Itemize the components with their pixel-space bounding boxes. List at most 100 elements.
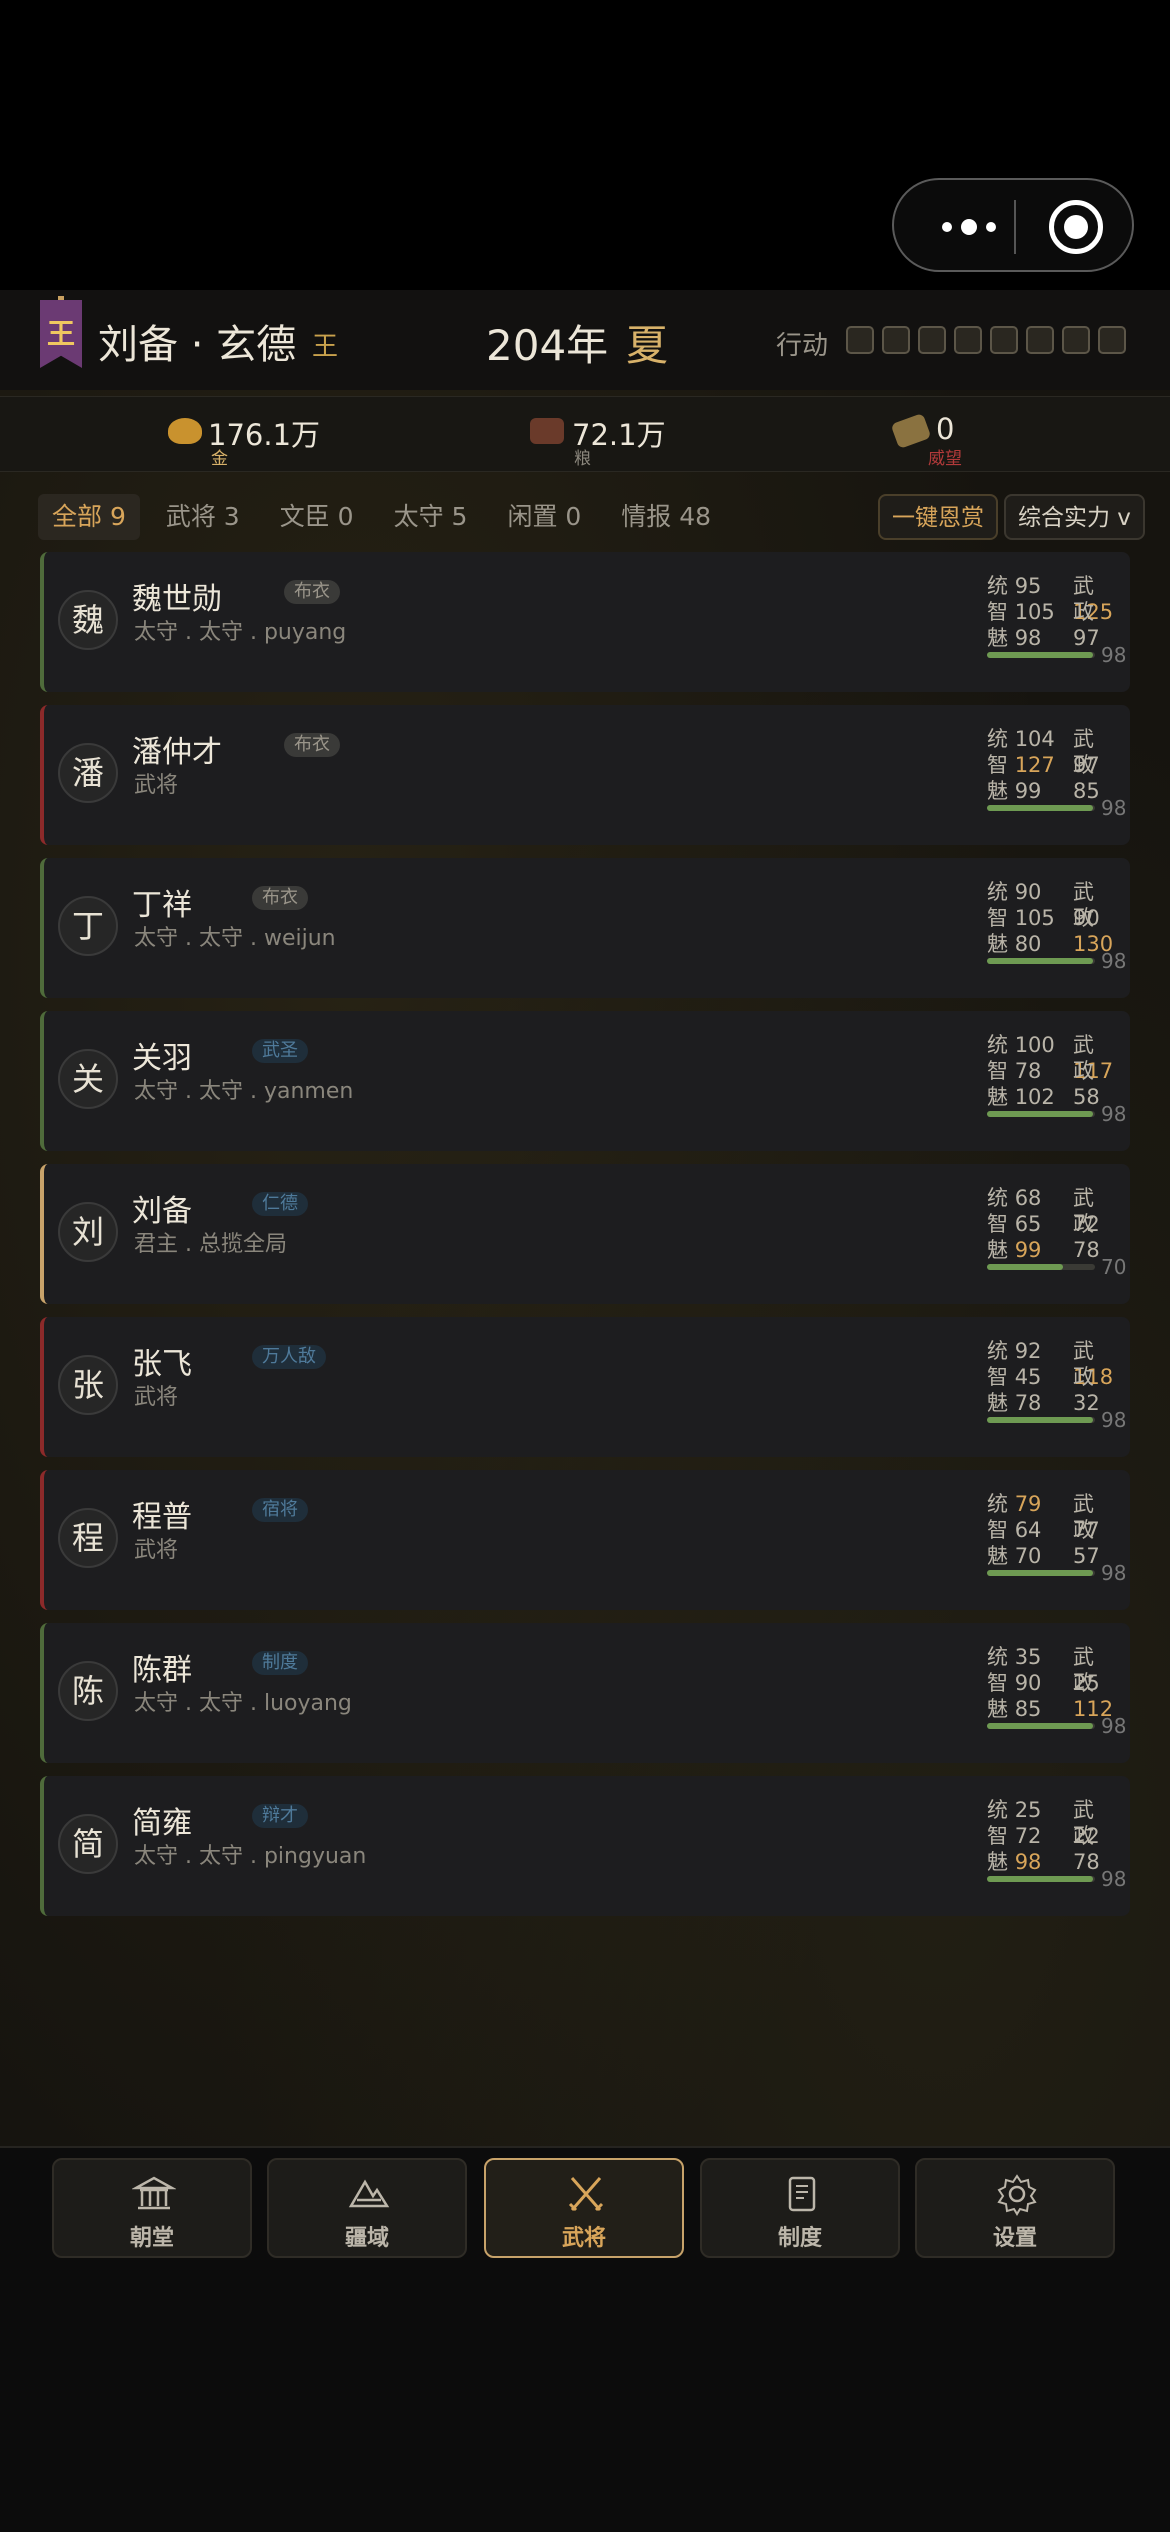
action-point-slot [846,326,874,354]
ruler-title: 王 [312,332,339,362]
stat-zheng-label: 政 [1073,600,1094,624]
stat-zheng-label: 政 [1073,1365,1094,1389]
action-point-slot [1098,326,1126,354]
general-name: 丁祥 [132,888,192,923]
general-card[interactable]: 关关羽 武圣 太守 . 太守 . yanmen 统 100 武 117 智 78 政 58 魅… [40,1011,1130,1151]
stat-mei-value: 85 [1014,1697,1042,1721]
nav-settings[interactable]: 设置 [915,2158,1115,2258]
general-role: 太守 . 太守 . puyang [134,620,347,645]
general-avatar: 陈 [58,1661,118,1721]
tab-governors[interactable]: 太守 5 [380,494,482,540]
reward-all-button[interactable]: 一键恩赏 [878,494,998,540]
general-card[interactable]: 魏魏世勋 布衣 太守 . 太守 . puyang 统 95 武 125 智 105 政 97… [40,552,1130,692]
stat-zhi-label: 智 [987,1518,1008,1542]
gold-ingot-icon [168,418,202,444]
general-card[interactable]: 简简雍 辩才 太守 . 太守 . pingyuan 统 25 武 22 智 72 政 78 魅… [40,1776,1130,1916]
stat-zhi-value: 90 [1014,1671,1042,1695]
stat-mei-label: 魅 [987,1085,1008,1109]
prestige-value: 0 [936,412,955,446]
gear-icon [997,2174,1037,2216]
general-card[interactable]: 程程普 宿将 武将统 79 武 77 智 64 政 57 魅 70 98 [40,1470,1130,1610]
stat-zhi-label: 智 [987,1212,1008,1236]
stat-tong-label: 统 [987,880,1008,904]
general-trait-badge: 万人敌 [252,1345,326,1369]
season: 夏 [626,321,669,370]
general-avatar: 刘 [58,1202,118,1262]
general-role: 太守 . 太守 . pingyuan [134,1844,367,1869]
tab-idle[interactable]: 闲置 0 [493,494,595,540]
stat-mei-label: 魅 [987,1850,1008,1874]
stat-tong-value: 92 [1014,1339,1042,1363]
stat-row: 智 72 政 78 [987,1820,1127,1874]
power-bar-fill [987,1111,1093,1117]
stat-mei-label: 魅 [987,779,1008,803]
stat-row: 智 65 政 78 [987,1208,1127,1262]
stat-mei-label: 魅 [987,1697,1008,1721]
stat-row: 智 127 政 85 [987,749,1127,803]
nav-court[interactable]: 朝堂 [52,2158,252,2258]
stat-tong-label: 统 [987,1798,1008,1822]
stat-mei: 魅 70 [987,1540,1041,1570]
tab-all[interactable]: 全部 9 [38,494,140,540]
stat-zhi-label: 智 [987,600,1008,624]
power-bar-fill [987,1264,1063,1270]
general-role: 太守 . 太守 . yanmen [134,1079,354,1104]
general-trait-badge: 布衣 [284,733,340,757]
tab-generals[interactable]: 武将 3 [152,494,254,540]
gold-label: 金 [211,449,228,469]
tab-ministers[interactable]: 文臣 0 [266,494,368,540]
general-card[interactable]: 张张飞 万人敌 武将统 92 武 118 智 45 政 32 魅 78 98 [40,1317,1130,1457]
power-score: 98 [1101,1102,1127,1126]
stat-zhi-label: 智 [987,1365,1008,1389]
stat-mei: 魅 99 [987,1234,1041,1264]
power-bar-fill [987,1570,1093,1576]
nav-generals[interactable]: 武将 [484,2158,684,2258]
stat-mei-value: 99 [1014,1238,1042,1262]
stat-row: 智 90 政 112 [987,1667,1127,1721]
action-point-slot [918,326,946,354]
general-trait-badge: 辩才 [252,1804,308,1828]
power-bar [987,958,1095,964]
close-target-icon[interactable] [1049,200,1103,254]
power-bar [987,652,1095,658]
stat-tong-value: 90 [1014,880,1042,904]
nav-territory[interactable]: 疆域 [267,2158,467,2258]
sort-dropdown[interactable]: 综合实力 v [1004,494,1145,540]
stat-tong-label: 统 [987,574,1008,598]
general-name: 程普 [132,1500,192,1535]
more-icon[interactable] [926,208,1012,246]
stat-tong-value: 104 [1014,727,1055,751]
stat-mei: 魅 102 [987,1081,1055,1111]
stat-zhi-label: 智 [987,1059,1008,1083]
general-card[interactable]: 陈陈群 制度 太守 . 太守 . luoyang 统 35 武 25 智 90 政 112 魅… [40,1623,1130,1763]
stat-wu-label: 武 [1073,1798,1094,1822]
general-trait-badge: 布衣 [284,580,340,604]
scroll-icon [788,2176,816,2212]
power-bar [987,1876,1095,1882]
stat-row: 统 95 武 125 [987,570,1127,624]
stat-mei: 魅 99 [987,775,1041,805]
general-avatar: 程 [58,1508,118,1568]
stat-wu-label: 武 [1073,1033,1094,1057]
stat-mei: 魅 78 [987,1387,1041,1417]
stat-tong-value: 25 [1014,1798,1042,1822]
general-card[interactable]: 潘潘仲才 布衣 武将统 104 武 97 智 127 政 85 魅 99 98 [40,705,1130,845]
year: 204年 [486,321,609,370]
tab-intel[interactable]: 情报 48 [607,494,725,540]
general-card[interactable]: 丁丁祥 布衣 太守 . 太守 . weijun 统 90 武 90 智 105 政 130 魅… [40,858,1130,998]
stat-zheng-label: 政 [1073,1059,1094,1083]
power-bar-fill [987,958,1093,964]
general-filter-tabs: 全部 9 武将 3 文臣 0 太守 5 闲置 0 情报 48 [38,494,725,540]
nav-system[interactable]: 制度 [700,2158,900,2258]
stat-row: 统 92 武 118 [987,1335,1127,1389]
stat-row: 智 105 政 130 [987,902,1127,956]
power-bar [987,1264,1095,1270]
power-bar-fill [987,805,1093,811]
stat-zhi-label: 智 [987,753,1008,777]
granary-icon [530,418,564,444]
stat-mei-label: 魅 [987,626,1008,650]
general-avatar: 丁 [58,896,118,956]
power-bar [987,1417,1095,1423]
stat-zhi-value: 78 [1014,1059,1042,1083]
general-card[interactable]: 刘刘备 仁德 君主 . 总揽全局统 68 武 72 智 65 政 78 魅 99 70 [40,1164,1130,1304]
